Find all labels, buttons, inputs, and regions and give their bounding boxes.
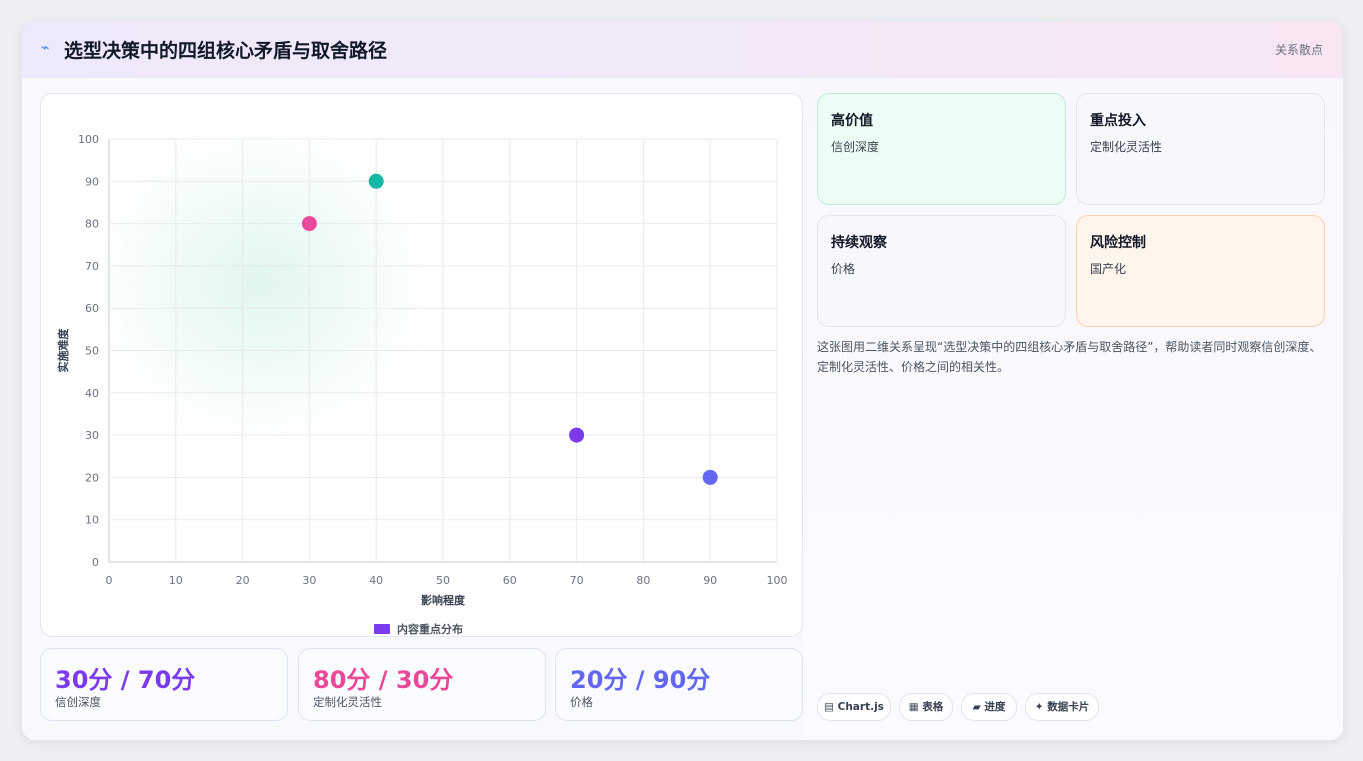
y-tick-label: 100 [78, 133, 99, 146]
y-tick-label: 30 [85, 429, 99, 442]
quadrant-subtitle: 信创深度 [831, 140, 880, 154]
metric-value: 20分 / 90分 [570, 666, 711, 694]
metric-label: 信创深度 [55, 695, 101, 709]
y-tick-label: 60 [85, 302, 99, 315]
quadrant-card-observe: 持续观察 价格 [817, 215, 1066, 327]
y-tick-label: 50 [85, 345, 99, 358]
scatter-point[interactable] [301, 216, 317, 232]
main-card: ⌁ 选型决策中的四组核心矛盾与取舍路径 关系散点 0 10 20 30 40 50 60 70… [21, 20, 1344, 741]
quadrant-title: 风险控制 [1090, 235, 1146, 251]
scatter-point[interactable] [702, 469, 718, 485]
x-tick-label: 10 [169, 574, 183, 587]
x-tick-label: 70 [570, 574, 584, 587]
chart-panel: 0 10 20 30 40 50 60 70 80 90 100 0 10 20 30 40 50 60 70 80… [40, 93, 803, 637]
y-tick-label: 70 [85, 260, 99, 273]
y-tick-label: 90 [85, 175, 99, 188]
y-tick-label: 40 [85, 387, 99, 400]
metric-card: 20分 / 90分 价格 [555, 648, 803, 721]
y-tick-label: 20 [85, 471, 99, 484]
y-axis-ticks: 0 10 20 30 40 50 60 70 80 90 100 [78, 133, 99, 569]
x-axis-label: 影响程度 [421, 593, 466, 607]
chart-type-tag: 关系散点 [1274, 43, 1323, 57]
x-tick-label: 50 [436, 574, 450, 587]
pill-chartjs[interactable]: ▤ Chart.js [817, 693, 891, 721]
chart-grid [108, 138, 778, 563]
header: ⌁ 选型决策中的四组核心矛盾与取舍路径 关系散点 [22, 21, 1343, 78]
metric-value: 30分 / 70分 [55, 666, 196, 694]
x-tick-label: 0 [106, 574, 113, 587]
scatter-point[interactable] [368, 173, 384, 189]
x-tick-label: 30 [302, 574, 316, 587]
metric-card: 30分 / 70分 信创深度 [40, 648, 288, 721]
y-axis-label: 实施难度 [56, 328, 70, 373]
pulse-icon: ⌁ [41, 40, 50, 56]
x-tick-label: 90 [703, 574, 717, 587]
x-tick-label: 40 [369, 574, 383, 587]
y-tick-label: 0 [92, 556, 99, 569]
quadrant-card-focus: 重点投入 定制化灵活性 [1076, 93, 1325, 205]
x-tick-label: 60 [503, 574, 517, 587]
y-tick-label: 80 [85, 218, 99, 231]
quadrant-card-high-value: 高价值 信创深度 [817, 93, 1066, 205]
legend-label[interactable]: 内容重点分布 [397, 622, 463, 636]
x-tick-label: 20 [236, 574, 250, 587]
metric-card: 80分 / 30分 定制化灵活性 [298, 648, 546, 721]
quadrant-subtitle: 价格 [831, 262, 856, 276]
pill-progress[interactable]: ▰ 进度 [961, 693, 1017, 721]
quadrant-title: 持续观察 [831, 235, 887, 251]
quadrant-subtitle: 国产化 [1090, 262, 1127, 276]
quadrant-card-risk: 风险控制 国产化 [1076, 215, 1325, 327]
page-title: 选型决策中的四组核心矛盾与取舍路径 [64, 40, 388, 62]
quadrant-subtitle: 定制化灵活性 [1090, 140, 1163, 154]
chart-description: 这张图用二维关系呈现“选型决策中的四组核心矛盾与取舍路径”，帮助读者同时观察信创… [817, 340, 1322, 374]
metric-label: 定制化灵活性 [313, 695, 382, 709]
pill-data-card[interactable]: ✦ 数据卡片 [1025, 693, 1099, 721]
x-tick-label: 80 [636, 574, 650, 587]
metric-value: 80分 / 30分 [313, 666, 454, 694]
scatter-point[interactable] [569, 427, 585, 443]
legend-swatch[interactable] [374, 624, 390, 634]
quadrant-title: 重点投入 [1090, 113, 1146, 129]
metric-label: 价格 [570, 695, 593, 709]
x-tick-label: 100 [767, 574, 788, 587]
scatter-chart: 0 10 20 30 40 50 60 70 80 90 100 0 10 20 30 40 50 60 70 80… [56, 133, 788, 636]
quadrant-title: 高价值 [831, 113, 873, 129]
x-axis-ticks: 0 10 20 30 40 50 60 70 80 90 100 [106, 574, 788, 587]
y-tick-label: 10 [85, 514, 99, 527]
pill-table[interactable]: ▦ 表格 [899, 693, 953, 721]
